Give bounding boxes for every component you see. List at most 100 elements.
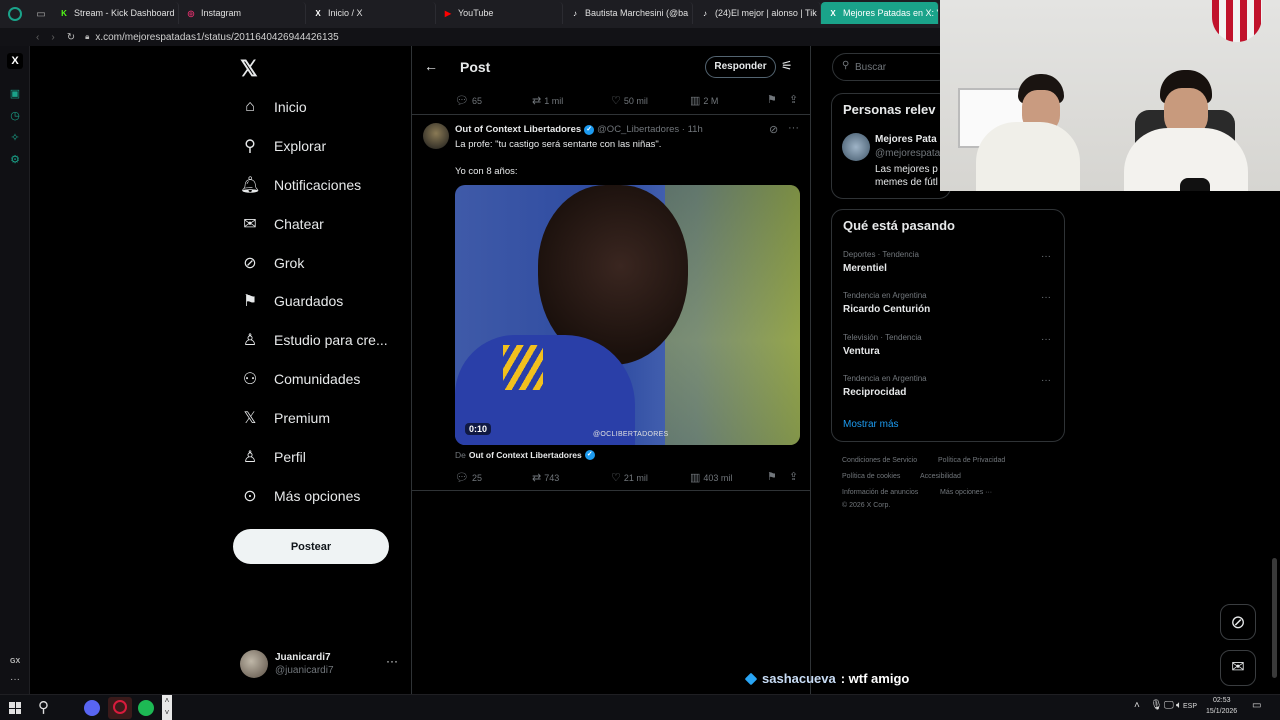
trend-name[interactable]: Merentiel xyxy=(843,263,887,274)
verified-icon: ✓ xyxy=(584,450,595,460)
settings-icon[interactable]: ⚙ xyxy=(9,154,21,166)
browser-tab[interactable]: ▶ YouTube xyxy=(436,2,563,24)
nav-item[interactable]: ♙ Estudio para cre... xyxy=(240,327,388,353)
reply-button[interactable]: Responder xyxy=(705,56,776,78)
grok-floating-button[interactable]: ⊘ xyxy=(1220,604,1256,640)
extensions-icon[interactable]: ✧ xyxy=(9,132,21,144)
reply-settings-icon[interactable]: ⚟ xyxy=(781,58,793,74)
language-indicator[interactable]: ESP xyxy=(1183,703,1197,710)
chat-message: : wtf amigo xyxy=(840,671,910,686)
repost-count[interactable]: ⇄ 743 xyxy=(532,471,559,484)
share-button[interactable]: ⇪ xyxy=(789,93,798,106)
tweet-video[interactable]: 0:10 @OCLIBERTADORES xyxy=(455,185,800,445)
repost-icon: ⇄ xyxy=(532,472,542,484)
grok-tweet-icon[interactable]: ⊘ xyxy=(769,123,778,136)
repost-count[interactable]: ⇄ 1 mil xyxy=(532,94,563,107)
footer-link[interactable]: Accesibilidad xyxy=(920,473,961,480)
tweet-author[interactable]: Out of Context Libertadores xyxy=(455,124,581,135)
footer-link[interactable]: Condiciones de Servicio xyxy=(842,457,917,464)
reply-count[interactable]: 💬︎ 65 xyxy=(455,94,482,107)
show-more-link[interactable]: Mostrar más xyxy=(843,419,899,430)
clock-date[interactable]: 15/1/2026 xyxy=(1206,708,1237,715)
messages-floating-button[interactable]: ✉ xyxy=(1220,650,1256,686)
post-button[interactable]: Postear xyxy=(233,529,389,564)
trend-more-icon[interactable]: ··· xyxy=(1041,292,1051,303)
footer-link[interactable]: Política de Privacidad xyxy=(938,457,1005,464)
browser-tab[interactable]: ◎ Instagram xyxy=(179,2,306,24)
overflow-chevron-icon[interactable]: ˄ ˅ xyxy=(162,695,172,720)
like-count[interactable]: ♡ 21 mil xyxy=(611,471,648,484)
trend-name[interactable]: Ricardo Centurión xyxy=(843,304,930,315)
browser-tab[interactable]: X Mejores Patadas en X: "E xyxy=(821,2,939,24)
tweet-text-line1: La profe: "tu castigo será sentarte con … xyxy=(455,139,662,150)
footer-link[interactable]: Más opciones ··· xyxy=(940,489,992,496)
footer-link: © 2026 X Corp. xyxy=(842,502,891,509)
back-arrow-icon[interactable]: ← xyxy=(424,58,438,74)
nav-item[interactable]: ⌂ Inicio xyxy=(240,94,307,120)
footer-link[interactable]: Información de anuncios xyxy=(842,489,918,496)
trend-name[interactable]: Reciprocidad xyxy=(843,387,906,398)
reload-icon[interactable]: ↻ xyxy=(67,32,75,43)
nav-item[interactable]: ⊘ Grok xyxy=(240,250,304,276)
person-name[interactable]: Mejores Pata xyxy=(875,134,937,145)
tweet-avatar[interactable] xyxy=(423,123,449,149)
trend-more-icon[interactable]: ··· xyxy=(1041,334,1051,345)
wallet-icon[interactable]: ▣ xyxy=(9,88,21,100)
nav-item[interactable]: ⚑ Guardados xyxy=(240,288,343,314)
tray-chevron-icon[interactable]: ˄ xyxy=(1134,700,1140,711)
forward-icon[interactable]: › xyxy=(51,32,54,43)
trend-more-icon[interactable]: ··· xyxy=(1041,251,1051,262)
tweet-more-icon[interactable]: ··· xyxy=(788,122,799,134)
sidebar-more-icon[interactable]: ··· xyxy=(10,674,20,685)
discord-icon[interactable] xyxy=(84,700,100,716)
person-avatar[interactable] xyxy=(842,133,870,161)
nav-item[interactable]: 🔔︎ Notificaciones xyxy=(240,172,361,198)
view-count[interactable]: ▥ 2 M xyxy=(690,94,718,107)
tab-island-icon[interactable]: ▭ xyxy=(30,0,52,28)
opera-logo-icon[interactable] xyxy=(0,0,30,28)
footer-link[interactable]: Política de cookies xyxy=(842,473,900,480)
back-icon[interactable]: ‹ xyxy=(36,32,39,43)
opera-gx-icon[interactable] xyxy=(108,697,132,719)
taskbar-search-icon[interactable]: ⚲ xyxy=(38,698,49,716)
network-icon[interactable]: 🖵︎ xyxy=(1164,700,1174,711)
browser-tab[interactable]: K Stream - Kick Dashboard xyxy=(52,2,179,24)
clock-time[interactable]: 02:53 xyxy=(1213,697,1231,704)
view-count[interactable]: ▥ 403 mil xyxy=(690,471,732,484)
nav-item[interactable]: ⊙ Más opciones xyxy=(240,483,360,509)
url-text[interactable]: x.com/mejorespatadas1/status/20116404269… xyxy=(95,32,338,43)
lock-icon: 🔒︎ xyxy=(85,32,90,41)
share-button[interactable]: ⇪ xyxy=(789,470,798,483)
x-logo-icon[interactable]: 𝕏 xyxy=(240,56,258,82)
nav-item-label: Notificaciones xyxy=(274,177,362,193)
mic-icon[interactable]: 🎙︎ xyxy=(1150,700,1163,711)
browser-tab[interactable]: ♪ Bautista Marchesini (@ba xyxy=(563,2,693,24)
bookmark-button[interactable]: ⚑ xyxy=(767,470,777,483)
notifications-icon[interactable]: ▭ xyxy=(1252,700,1261,711)
search-input[interactable]: Buscar xyxy=(855,62,886,73)
nav-item[interactable]: ⚲ Explorar xyxy=(240,133,326,159)
search-box[interactable]: ⚲ Buscar xyxy=(832,53,952,81)
scrollbar[interactable] xyxy=(1272,558,1277,678)
trend-name[interactable]: Ventura xyxy=(843,346,880,357)
windows-start-icon[interactable] xyxy=(9,702,21,714)
tweet-handle[interactable]: @OC_Libertadores · 11h xyxy=(597,124,703,135)
nav-item[interactable]: ⚇ Comunidades xyxy=(240,366,361,392)
volume-icon[interactable]: 🔈︎ xyxy=(1176,700,1182,711)
nav-item[interactable]: ♙ Perfil xyxy=(240,444,306,470)
bookmark-button[interactable]: ⚑ xyxy=(767,93,777,106)
browser-tab[interactable]: X Inicio / X xyxy=(306,2,436,24)
nav-item-label: Explorar xyxy=(274,138,327,154)
trend-more-icon[interactable]: ··· xyxy=(1041,375,1051,386)
browser-tab[interactable]: ♪ (24)El mejor | alonso | Tik xyxy=(693,2,821,24)
like-count[interactable]: ♡ 50 mil xyxy=(611,94,648,107)
nav-item[interactable]: ✉ Chatear xyxy=(240,211,324,237)
spotify-icon[interactable] xyxy=(138,700,154,716)
nav-item[interactable]: 𝕏 Premium xyxy=(240,405,330,431)
x-sidebar-icon[interactable]: X xyxy=(7,53,23,69)
account-switcher[interactable]: Juanicardi7 @juanicardi7 ··· xyxy=(240,650,400,680)
reply-count[interactable]: 💬︎ 25 xyxy=(455,471,482,484)
account-more-icon[interactable]: ··· xyxy=(386,654,398,668)
from-author[interactable]: Out of Context Libertadores xyxy=(469,450,582,460)
history-icon[interactable]: ◷ xyxy=(9,110,21,122)
